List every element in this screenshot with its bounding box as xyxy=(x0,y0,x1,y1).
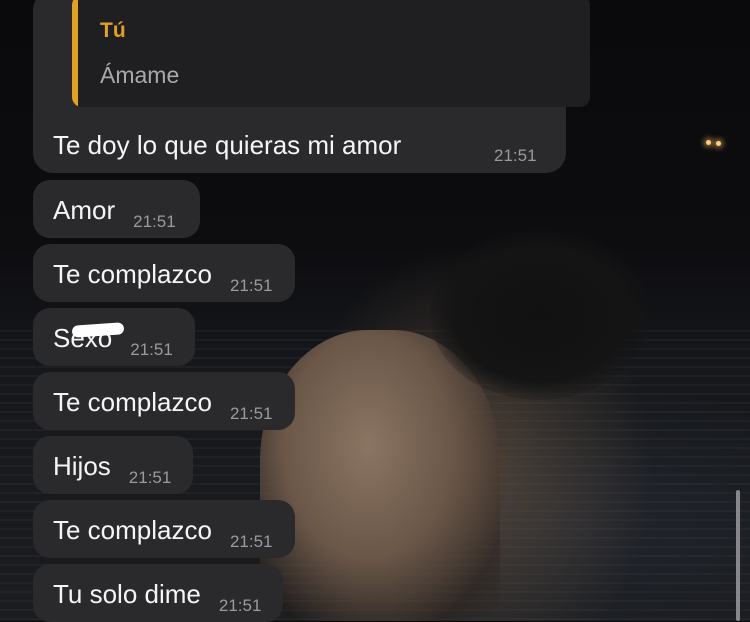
message-timestamp: 21:51 xyxy=(229,276,273,295)
wallpaper-light xyxy=(716,141,721,146)
message-text: Tu solo dime xyxy=(53,579,201,609)
message-timestamp: 21:51 xyxy=(229,532,273,551)
message-text: Te complazco xyxy=(53,259,212,289)
message-timestamp: 21:51 xyxy=(229,404,273,423)
message-text: Te complazco xyxy=(53,515,212,545)
message-timestamp: 21:51 xyxy=(128,468,172,487)
quote-author: Tú xyxy=(100,19,126,42)
wallpaper-light xyxy=(706,140,711,145)
message-bubble[interactable]: Hijos 21:51 xyxy=(33,436,194,494)
message-bubble[interactable]: Te complazco 21:51 xyxy=(33,500,295,558)
message-bubble[interactable]: Tu solo dime 21:51 xyxy=(33,564,284,622)
message-bubble[interactable]: Sexo 21:51 xyxy=(33,308,195,366)
quoted-message[interactable]: Tú Ámame xyxy=(72,0,590,107)
message-timestamp: 21:51 xyxy=(218,596,262,615)
message-text: Hijos xyxy=(53,451,111,481)
message-text: Te complazco xyxy=(53,387,212,417)
quote-text: Ámame xyxy=(100,62,180,88)
message-text: Te doy lo que quieras mi amor xyxy=(53,130,402,160)
message-text: Amor xyxy=(53,195,116,225)
message-timestamp: 21:51 xyxy=(133,212,176,231)
scrollbar[interactable] xyxy=(736,490,740,621)
quote-accent-bar xyxy=(72,0,78,107)
message-bubble[interactable]: Te complazco 21:51 xyxy=(33,244,295,302)
wallpaper-figure-hair xyxy=(430,230,650,400)
message-timestamp: 21:51 xyxy=(130,340,173,359)
message-timestamp: 21:51 xyxy=(494,146,537,165)
message-bubble[interactable]: Amor 21:51 xyxy=(33,180,200,238)
message-bubble[interactable]: Te complazco 21:51 xyxy=(33,372,295,430)
